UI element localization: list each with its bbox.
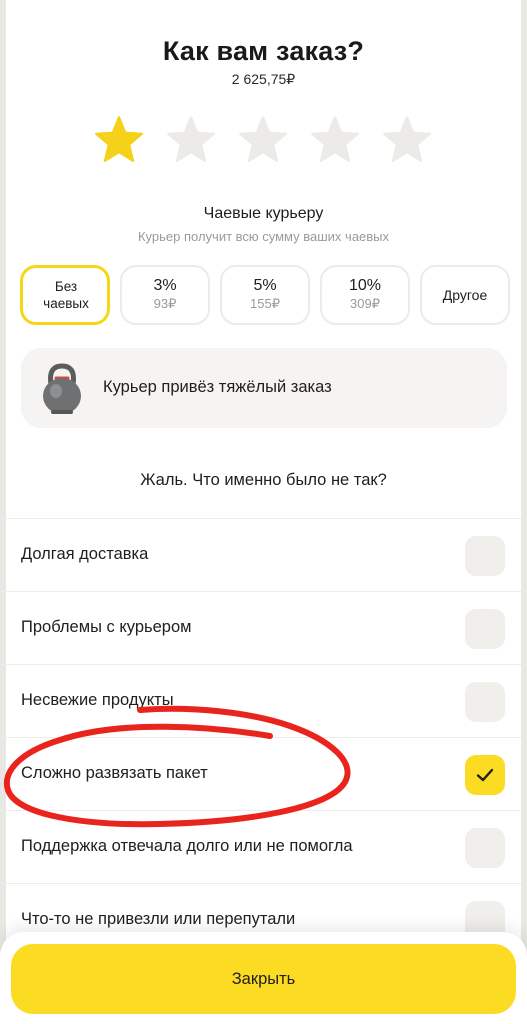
tip-option-none[interactable]: Без чаевых [20, 265, 110, 325]
option-checkbox[interactable] [465, 682, 505, 722]
star-icon-4[interactable] [309, 114, 361, 166]
option-label: Долгая доставка [21, 545, 149, 563]
tips-title: Чаевые курьеру [203, 205, 324, 222]
checkmark-icon [476, 768, 494, 782]
option-checkbox-checked[interactable] [465, 755, 505, 795]
star-icon-3[interactable] [237, 114, 289, 166]
tip-option-amount: 155₽ [250, 296, 280, 311]
feedback-option-support-slow[interactable]: Поддержка отвечала долго или не помогла [0, 810, 527, 884]
star-rating [93, 114, 433, 166]
feedback-option-courier-problems[interactable]: Проблемы с курьером [0, 591, 527, 665]
option-label: Проблемы с курьером [21, 618, 192, 636]
rating-sheet: Как вам заказ? 2 625,75₽ Чаевые курьеру … [0, 0, 527, 1024]
option-checkbox[interactable] [465, 609, 505, 649]
order-amount: 2 625,75₽ [231, 71, 296, 87]
feedback-option-hard-to-untie-bag[interactable]: Сложно развязать пакет [0, 737, 527, 811]
tip-option-amount: 309₽ [350, 296, 380, 311]
banner-text: Курьер привёз тяжёлый заказ [103, 378, 332, 396]
star-icon-1[interactable] [93, 114, 145, 166]
option-label: Сложно развязать пакет [21, 764, 208, 782]
page-title: Как вам заказ? [162, 36, 365, 66]
tip-option-label: Без чаевых [43, 279, 89, 311]
tip-option-other[interactable]: Другое [420, 265, 510, 325]
heavy-order-banner: Курьер привёз тяжёлый заказ [21, 348, 507, 428]
tip-option-10[interactable]: 10% 309₽ [320, 265, 410, 325]
option-label: Что-то не привезли или перепутали [21, 910, 296, 928]
option-checkbox[interactable] [465, 536, 505, 576]
tip-option-label: 10% [348, 277, 382, 294]
kettlebell-icon [43, 363, 81, 414]
star-icon-2[interactable] [165, 114, 217, 166]
feedback-question: Жаль. Что именно было не так? [140, 471, 387, 489]
bottom-panel: Закрыть [0, 932, 527, 1024]
option-checkbox[interactable] [465, 828, 505, 868]
tip-option-label: 5% [253, 277, 277, 294]
feedback-option-long-delivery[interactable]: Долгая доставка [0, 518, 527, 592]
feedback-option-stale-products[interactable]: Несвежие продукты [0, 664, 527, 738]
tips-subtitle: Курьер получит всю сумму ваших чаевых [137, 229, 390, 244]
option-label: Поддержка отвечала долго или не помогла [21, 837, 353, 855]
tip-option-label: 3% [153, 277, 177, 294]
close-button[interactable]: Закрыть [11, 944, 516, 1014]
tip-option-5[interactable]: 5% 155₽ [220, 265, 310, 325]
tip-option-amount: 93₽ [153, 296, 177, 311]
tip-option-label: Другое [442, 287, 488, 303]
star-icon-5[interactable] [381, 114, 433, 166]
option-label: Несвежие продукты [21, 691, 174, 709]
tip-option-3[interactable]: 3% 93₽ [120, 265, 210, 325]
